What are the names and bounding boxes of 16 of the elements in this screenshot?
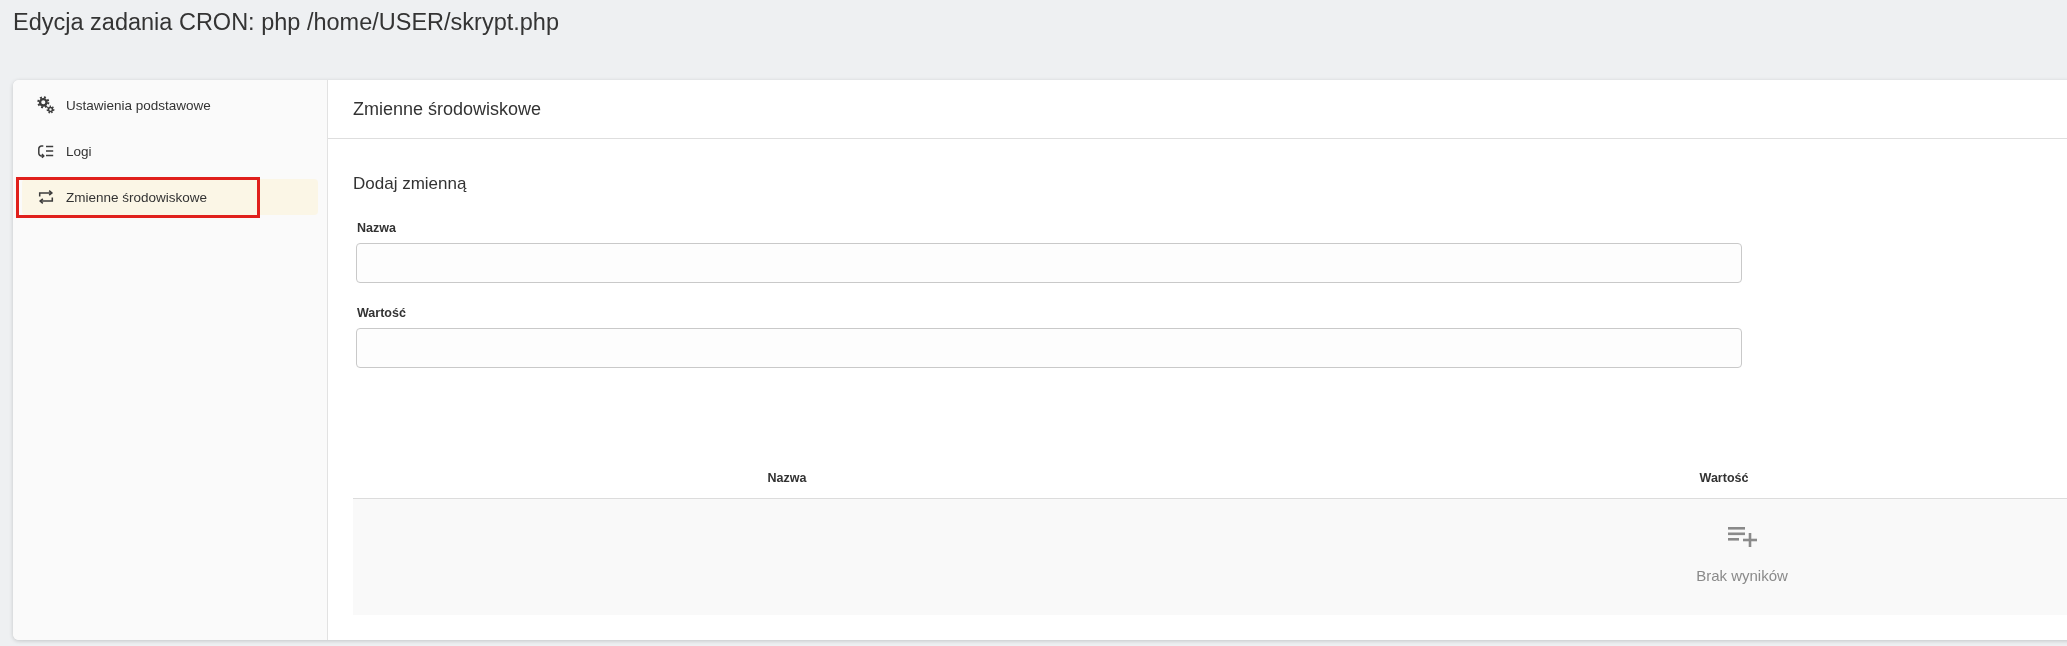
gears-icon <box>37 96 55 114</box>
list-add-icon <box>1727 526 1757 547</box>
section-title: Zmienne środowiskowe <box>353 98 542 120</box>
swap-arrows-icon <box>37 188 55 206</box>
form-title: Dodaj zmienną <box>353 173 468 195</box>
field-label: Nazwa <box>357 220 396 237</box>
input-field[interactable] <box>356 328 1742 368</box>
field-label: Wartość <box>357 305 406 322</box>
page-title: Edycja zadania CRON: php /home/USER/skrypt.php <box>13 8 559 36</box>
column-header: Wartość <box>1699 471 1749 485</box>
sidebar-item[interactable]: Logi <box>22 133 318 169</box>
list-arrow-icon <box>37 142 55 160</box>
column-header: Nazwa <box>767 471 807 485</box>
empty-message: Brak wyników <box>1696 566 1788 584</box>
input-field[interactable] <box>356 243 1742 283</box>
sidebar-item[interactable]: Ustawienia podstawowe <box>22 87 318 123</box>
